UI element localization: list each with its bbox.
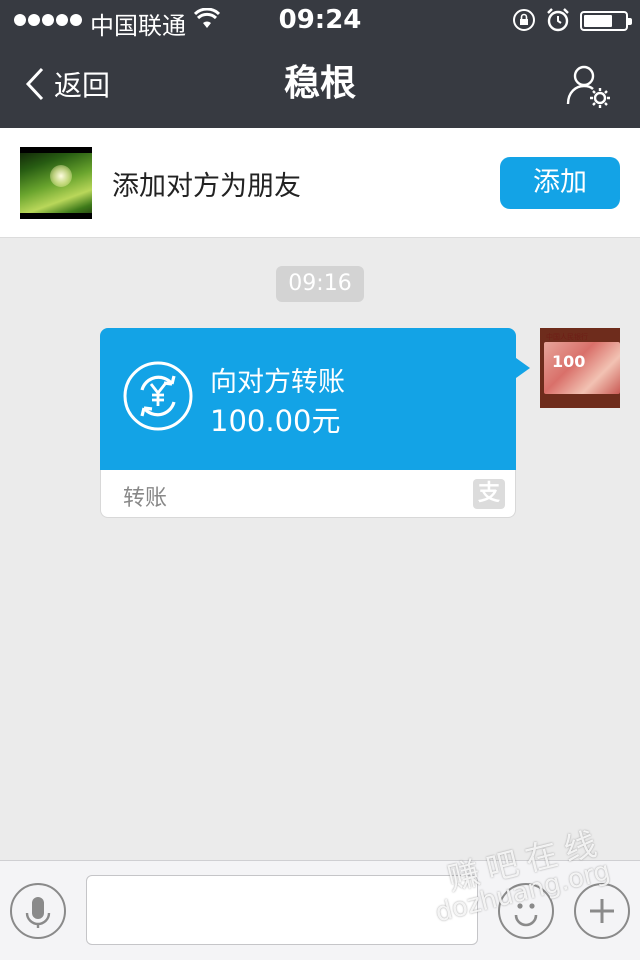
message-timestamp: 09:16 xyxy=(276,266,364,302)
add-friend-text: 添加对方为朋友 xyxy=(112,171,301,202)
contact-avatar[interactable] xyxy=(20,147,92,219)
emoji-button[interactable] xyxy=(498,883,554,939)
add-friend-banner: 添加对方为朋友 添加 xyxy=(0,128,640,238)
banknote-value: 100 xyxy=(552,352,586,371)
transfer-card-footer: 转账 支 xyxy=(100,470,516,518)
input-bar xyxy=(0,860,640,960)
message-input[interactable] xyxy=(86,875,478,945)
yuan-transfer-icon xyxy=(123,361,193,431)
status-time: 09:24 xyxy=(278,5,362,35)
sender-avatar[interactable]: 中国人民银行 100 xyxy=(540,328,620,408)
transfer-label: 转账 xyxy=(123,486,168,511)
transfer-card-header: 向对方转账 100.00元 xyxy=(100,328,530,470)
microphone-icon xyxy=(25,897,51,928)
user-settings-icon xyxy=(566,65,610,108)
alarm-icon xyxy=(547,8,569,32)
smiley-face-icon xyxy=(514,903,538,927)
more-actions-button[interactable] xyxy=(574,883,630,939)
transfer-message-card[interactable]: 向对方转账 100.00元 转账 支 xyxy=(100,328,530,518)
page-title: 稳根 xyxy=(283,63,356,104)
top-bar: 中国联通 09:24 返回 稳根 xyxy=(0,0,640,128)
rotation-lock-icon xyxy=(513,9,535,31)
battery-icon xyxy=(580,11,632,31)
voice-input-button[interactable] xyxy=(10,883,66,939)
add-friend-button[interactable]: 添加 xyxy=(500,157,620,209)
alipay-icon: 支 xyxy=(473,479,505,509)
status-bar: 中国联通 09:24 xyxy=(0,0,640,40)
banknote-text: 中国人民银行 xyxy=(546,333,588,341)
plus-icon xyxy=(590,899,614,923)
transfer-amount: 100.00元 xyxy=(210,404,341,438)
transfer-title: 向对方转账 xyxy=(210,367,345,398)
profile-settings-button[interactable] xyxy=(564,62,612,110)
